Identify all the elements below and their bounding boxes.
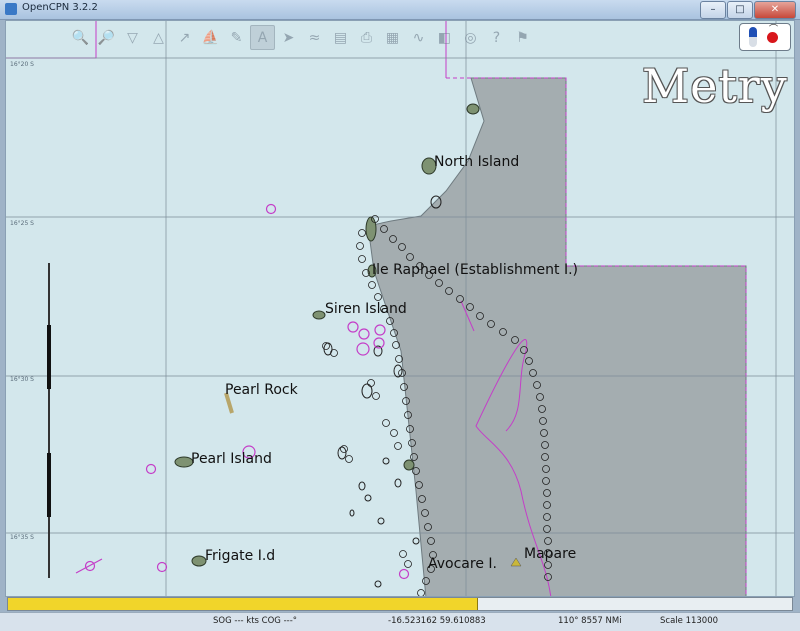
window-title: OpenCPN 3.2.2 <box>22 2 98 13</box>
gps-status-icon <box>767 32 778 43</box>
place-label-mapare: Mapare <box>524 546 577 562</box>
layers-button[interactable]: ▤ <box>328 25 353 50</box>
minimize-button[interactable]: – <box>700 1 726 19</box>
ais-icon: ⚑ <box>516 29 529 46</box>
print-button[interactable]: ⎙ <box>354 25 379 50</box>
track-button[interactable]: ∿ <box>406 25 431 50</box>
lat-label: 16°25 S <box>10 220 34 227</box>
window-controls: – □ ✕ <box>699 1 796 19</box>
compass-widget[interactable]: ⌒ <box>739 23 791 51</box>
text-icon: A <box>257 29 268 46</box>
track-icon: ∿ <box>412 29 425 46</box>
scale-bar-segment <box>47 453 51 517</box>
scale-in-icon: ▽ <box>127 29 138 46</box>
place-label-avocare: Avocare I. <box>428 556 497 572</box>
zoom-out-button[interactable]: 🔎 <box>94 25 119 50</box>
shoal-area <box>367 77 747 596</box>
lat-label: 16°20 S <box>10 61 34 68</box>
tides-button[interactable]: ≈ <box>302 25 327 50</box>
color-scheme-button[interactable]: ◧ <box>432 25 457 50</box>
chart-scale: Scale 113000 <box>660 616 719 626</box>
chart-bar-progress[interactable] <box>7 597 793 611</box>
scale-in-button[interactable]: ▽ <box>120 25 145 50</box>
app-icon <box>5 3 17 15</box>
zoom-out-icon: 🔎 <box>97 29 116 46</box>
bearing-range: 110° 8557 NMi <box>558 616 622 626</box>
route-manager-button[interactable]: ▦ <box>380 25 405 50</box>
scale-out-button[interactable]: △ <box>146 25 171 50</box>
auto-follow-icon: ⛵ <box>201 29 220 46</box>
chart-canvas[interactable]: 🔍 🔎 ▽ △ ↗ ⛵ ✎ A ➤ ≈ ▤ ⎙ ▦ ∿ ◧ ◎? ⚑ ⌒ Metry 16°20 S 16°25… <box>5 20 795 597</box>
place-label-pearl-island: Pearl Island <box>191 451 272 467</box>
scale-bar <box>47 263 51 578</box>
place-label-ile-raphael: Ile Raphael (Establishment I.) <box>372 262 578 278</box>
close-button[interactable]: ✕ <box>754 1 796 19</box>
place-label-pearl-rock: Pearl Rock <box>225 382 298 398</box>
route-manager-icon: ▦ <box>385 29 400 46</box>
main-toolbar: 🔍 🔎 ▽ △ ↗ ⛵ ✎ A ➤ ≈ ▤ ⎙ ▦ ∿ ◧ ◎? ⚑ <box>68 25 535 50</box>
mob-icon: ◎ <box>464 29 477 46</box>
north-up-icon <box>749 27 757 47</box>
cursor-position: -16.523162 59.610883 <box>388 616 486 626</box>
mob-button[interactable]: ◎ <box>458 25 483 50</box>
help-icon: ? <box>492 29 501 46</box>
settings-button[interactable]: ✎ <box>224 25 249 50</box>
title-bar: OpenCPN 3.2.2 – □ ✕ <box>0 0 800 20</box>
place-label-siren-island: Siren Island <box>325 301 407 317</box>
auto-follow-button[interactable]: ⛵ <box>198 25 223 50</box>
chart-name: Metry <box>642 59 788 113</box>
place-label-north-island: North Island <box>434 154 520 170</box>
settings-icon: ✎ <box>230 29 243 46</box>
maximize-button[interactable]: □ <box>727 1 753 19</box>
help-button[interactable]: ? <box>484 25 509 50</box>
ais-button[interactable]: ⚑ <box>510 25 535 50</box>
route-button[interactable]: ↗ <box>172 25 197 50</box>
sog-cog-readout: SOG --- kts COG ---° <box>213 616 298 626</box>
print-icon: ⎙ <box>360 29 373 46</box>
status-bar: SOG --- kts COG ---° -16.523162 59.61088… <box>0 612 800 631</box>
text-button[interactable]: A <box>250 25 275 50</box>
current-button[interactable]: ➤ <box>276 25 301 50</box>
color-scheme-icon: ◧ <box>437 29 452 46</box>
scale-out-icon: △ <box>153 29 164 46</box>
zoom-in-button[interactable]: 🔍 <box>68 25 93 50</box>
tides-icon: ≈ <box>308 29 321 46</box>
lat-label: 16°30 S <box>10 376 34 383</box>
route-icon: ↗ <box>178 29 191 46</box>
place-label-frigate: Frigate I.d <box>205 548 276 564</box>
scale-bar-segment <box>47 325 51 389</box>
current-icon: ➤ <box>282 29 295 46</box>
progress-fill <box>8 598 479 610</box>
lat-label: 16°35 S <box>10 534 34 541</box>
zoom-in-icon: 🔍 <box>71 29 90 46</box>
layers-icon: ▤ <box>333 29 348 46</box>
